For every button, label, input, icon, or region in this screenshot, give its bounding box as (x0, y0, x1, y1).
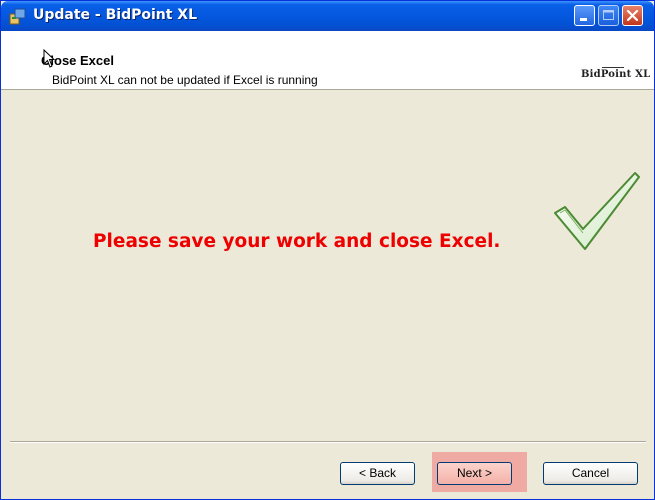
close-button[interactable] (622, 5, 643, 26)
minimize-button[interactable] (574, 5, 595, 26)
installer-icon (9, 8, 26, 25)
back-button[interactable]: < Back (340, 462, 415, 485)
maximize-icon (603, 10, 614, 20)
installer-window: Update - BidPoint XL Close Excel BidPoin… (0, 0, 655, 500)
maximize-button[interactable] (598, 5, 619, 26)
wizard-body (1, 90, 654, 440)
minimize-icon (580, 18, 587, 21)
logo-accent (602, 67, 624, 68)
cancel-button[interactable]: Cancel (543, 462, 638, 485)
brand-logo: BidPoint XL (581, 69, 651, 80)
next-button[interactable]: Next > (437, 462, 512, 485)
cursor-icon (43, 49, 56, 68)
footer-separator (10, 441, 646, 443)
instruction-message: Please save your work and close Excel. (93, 231, 501, 252)
window-title: Update - BidPoint XL (33, 7, 198, 23)
page-subtitle: BidPoint XL can not be updated if Excel … (52, 73, 318, 87)
title-bar[interactable]: Update - BidPoint XL (1, 1, 654, 31)
checkmark-icon (554, 172, 640, 250)
close-icon (626, 9, 639, 22)
